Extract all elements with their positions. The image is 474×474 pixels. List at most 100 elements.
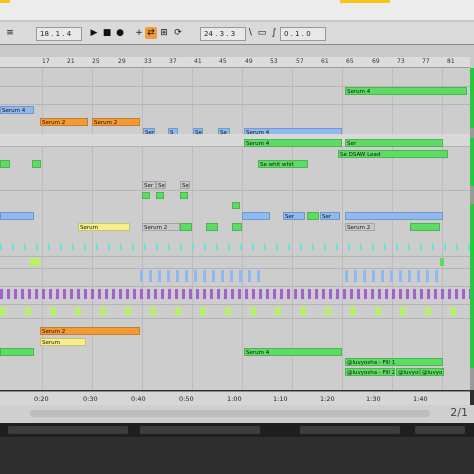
clip[interactable]: Se <box>156 181 166 189</box>
dock-item[interactable] <box>140 426 260 434</box>
ruler-tick: 81 <box>447 58 455 65</box>
time-tick: 0:20 <box>34 395 49 403</box>
ruler-tick: 37 <box>169 58 177 65</box>
curve-icon[interactable]: ∫ <box>268 27 280 39</box>
track-lane[interactable] <box>0 304 470 319</box>
track-lane[interactable] <box>0 286 470 305</box>
time-tick: 0:30 <box>83 395 98 403</box>
loop-length-value: 0 . 1 . 0 <box>284 30 311 38</box>
clip[interactable]: @luvyo <box>420 368 444 376</box>
clip[interactable] <box>142 192 150 199</box>
clip[interactable] <box>32 160 41 168</box>
clip[interactable] <box>180 192 188 199</box>
track-lane[interactable] <box>0 240 470 257</box>
track-lane[interactable] <box>0 268 470 287</box>
track-activity-strip <box>470 68 474 390</box>
time-tick: 1:20 <box>320 395 335 403</box>
page-indicator: 2/1 <box>450 406 468 419</box>
track-lane[interactable] <box>0 86 470 105</box>
clip[interactable]: Serum 4 <box>244 348 342 356</box>
punch-icon[interactable]: ⊞ <box>158 27 170 39</box>
clip[interactable]: Se whit whit <box>258 160 308 168</box>
stop-icon[interactable]: ■ <box>101 27 113 39</box>
gridline <box>342 68 343 390</box>
ruler-tick: 65 <box>346 58 354 65</box>
time-tick: 1:00 <box>227 395 242 403</box>
clip[interactable]: Ser <box>320 212 340 220</box>
top-accent <box>0 0 10 3</box>
clip[interactable] <box>232 223 242 231</box>
status-dock <box>0 423 474 437</box>
loop-length-display[interactable]: 0 . 1 . 0 <box>280 27 326 41</box>
midi-clip <box>440 258 444 266</box>
clip[interactable] <box>232 202 240 209</box>
clip[interactable] <box>180 223 192 231</box>
ruler-tick: 21 <box>67 58 75 65</box>
add-icon[interactable]: + <box>133 27 145 39</box>
monitor-icon[interactable]: ▭ <box>256 27 268 39</box>
ruler-tick: 61 <box>321 58 329 65</box>
clip[interactable]: Ser <box>345 139 443 147</box>
draw-icon[interactable]: ∖ <box>244 27 256 39</box>
loop-start-display[interactable]: 24 . 3 . 3 <box>200 27 246 41</box>
clip[interactable]: @luvyosha <box>396 368 420 376</box>
clip[interactable]: Serum <box>78 223 130 231</box>
clip[interactable] <box>345 212 443 220</box>
ruler-tick: 41 <box>194 58 202 65</box>
track-lane[interactable] <box>0 176 470 191</box>
midi-pattern <box>0 289 470 299</box>
dock-item[interactable] <box>300 426 400 434</box>
clip[interactable] <box>0 160 10 168</box>
time-tick: 1:10 <box>273 395 288 403</box>
dock-item[interactable] <box>415 426 465 434</box>
ruler-tick: 29 <box>118 58 126 65</box>
clip[interactable]: Serum 4 <box>0 106 34 114</box>
dock-item[interactable] <box>8 426 128 434</box>
clip[interactable]: @luvyosha - Fill 2 <box>345 368 395 376</box>
clip[interactable]: Serum 2 <box>142 223 180 231</box>
navigation-bar: 2/1 <box>0 405 474 423</box>
clip[interactable]: Serum <box>40 338 86 346</box>
clip[interactable]: Serum 4 <box>244 139 342 147</box>
clip[interactable] <box>0 348 34 356</box>
time-tick: 0:40 <box>131 395 146 403</box>
activity-segment <box>470 186 474 204</box>
position-display[interactable]: 18 . 1 . 4 <box>36 27 82 41</box>
clip[interactable] <box>242 212 270 220</box>
menu-icon[interactable]: ≡ <box>4 27 16 39</box>
clip[interactable]: Serum 2 <box>345 223 375 231</box>
play-icon[interactable]: ▶ <box>88 27 100 39</box>
time-tick: 0:50 <box>179 395 194 403</box>
automation-arm-icon[interactable]: ⇄ <box>145 27 157 39</box>
bar-ruler[interactable]: 17 21 25 29 33 37 41 45 49 53 57 61 65 6… <box>0 57 470 68</box>
clip[interactable]: Se DSAW Lead <box>338 150 448 158</box>
ruler-tick: 73 <box>397 58 405 65</box>
arrangement-view[interactable]: Serum 4 Serum 4 Serum 2 Serum 2 Ser S Se… <box>0 68 470 390</box>
activity-segment <box>470 368 474 390</box>
track-lane[interactable] <box>0 68 470 87</box>
clip[interactable] <box>0 212 34 220</box>
clip[interactable]: Ser <box>283 212 305 220</box>
clip[interactable]: Serum 2 <box>40 118 88 126</box>
clip[interactable] <box>156 192 164 199</box>
clip[interactable]: Serum 2 <box>40 327 140 335</box>
clip[interactable]: Se <box>180 181 190 189</box>
clip[interactable] <box>307 212 319 220</box>
ruler-tick: 57 <box>296 58 304 65</box>
loop-start-value: 24 . 3 . 3 <box>204 30 236 38</box>
horizontal-scrollbar[interactable] <box>30 410 430 417</box>
clip[interactable] <box>206 223 218 231</box>
clip[interactable]: Serum 2 <box>92 118 140 126</box>
time-tick: 1:40 <box>413 395 428 403</box>
record-icon[interactable]: ● <box>114 27 126 39</box>
gridline <box>442 68 443 390</box>
clip[interactable]: @luvyosha - Fill 1 <box>345 358 443 366</box>
clip[interactable]: Ser <box>142 181 156 189</box>
loop-icon[interactable]: ⟳ <box>172 27 184 39</box>
ruler-tick: 17 <box>42 58 50 65</box>
time-ruler[interactable]: 0:20 0:30 0:40 0:50 1:00 1:10 1:20 1:30 … <box>0 391 470 406</box>
clip[interactable] <box>410 223 440 231</box>
ruler-tick: 49 <box>245 58 253 65</box>
position-value: 18 . 1 . 4 <box>40 30 72 38</box>
ruler-tick: 53 <box>270 58 278 65</box>
